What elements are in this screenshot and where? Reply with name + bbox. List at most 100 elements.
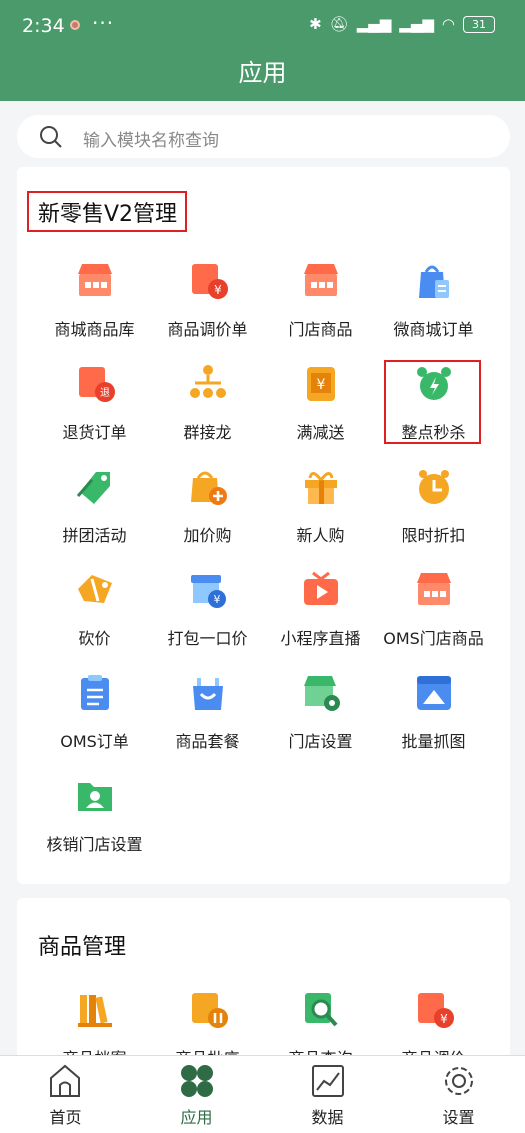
wifi-icon: ◠: [441, 15, 455, 33]
app-item-store-settings[interactable]: 门店设置: [259, 672, 382, 775]
app-item-label: 打包一口价: [167, 629, 248, 648]
apps-clover-icon: [181, 1065, 213, 1097]
cut-tag-icon: [74, 569, 116, 611]
app-item-label: 限时折扣: [401, 526, 466, 545]
search-icon: [40, 126, 62, 148]
app-header: 2:34 ··· ✱ 🔕︎ ▂▄▆ ▂▄▆ ◠ 31 应用: [0, 0, 525, 101]
app-item-label: 小程序直播: [280, 629, 361, 648]
store-icon: [74, 260, 116, 302]
app-item-label: 商品套餐: [175, 732, 240, 751]
section-title: 商品管理: [38, 935, 127, 960]
tab-label: 设置: [442, 1108, 475, 1127]
package-price-icon: ¥: [187, 569, 229, 611]
search-doc-icon: [300, 989, 342, 1031]
oms-store-icon: [413, 569, 455, 611]
coupon-icon: ¥: [300, 363, 342, 405]
tab-settings[interactable]: 设置: [393, 1056, 524, 1133]
app-item-tv-play[interactable]: 小程序直播: [259, 569, 382, 672]
app-item-label: 加价购: [183, 526, 232, 545]
shopping-bag-icon: [413, 260, 455, 302]
app-item-package-price[interactable]: ¥ 打包一口价: [146, 569, 269, 672]
bluetooth-icon: ✱: [309, 15, 322, 33]
signal2-icon: ▂▄▆: [399, 15, 434, 33]
app-item-label: 门店商品: [288, 320, 353, 339]
tv-play-icon: [300, 569, 342, 611]
price-adjust-icon: ¥: [413, 989, 455, 1031]
svg-text:退: 退: [100, 387, 110, 399]
box-sort-icon: [187, 989, 229, 1031]
gift-icon: [300, 466, 342, 508]
tab-apps[interactable]: 应用: [131, 1056, 262, 1133]
app-item-label: 砍价: [78, 629, 111, 648]
app-item-org-chart[interactable]: 群接龙: [146, 363, 269, 466]
tab-label: 应用: [180, 1108, 213, 1127]
app-item-return-order[interactable]: 退退货订单: [33, 363, 156, 466]
gear-icon: [445, 1067, 473, 1095]
app-item-tag[interactable]: 拼团活动: [33, 466, 156, 569]
highlight-box-flash-sale: [384, 360, 481, 444]
search-input[interactable]: 输入模块名称查询: [17, 115, 510, 158]
app-item-label: OMS门店商品: [383, 629, 484, 648]
app-item-user-folder[interactable]: 核销门店设置: [33, 775, 156, 878]
image-grab-icon: [413, 672, 455, 714]
tab-label: 首页: [49, 1108, 82, 1127]
clipboard-icon: [74, 672, 116, 714]
status-bar: 2:34 ··· ✱ 🔕︎ ▂▄▆ ▂▄▆ ◠ 31: [0, 0, 525, 52]
app-item-label: 拼团活动: [62, 526, 127, 545]
svg-text:¥: ¥: [440, 1012, 448, 1026]
status-time: 2:34: [22, 15, 65, 37]
app-item-label: 批量抓图: [401, 732, 466, 751]
battery-icon: 31: [463, 15, 495, 33]
tab-data[interactable]: 数据: [262, 1056, 393, 1133]
section-title: 新零售V2管理: [38, 202, 178, 227]
shop-icon: [300, 260, 342, 302]
app-item-bag-plus[interactable]: 加价购: [146, 466, 269, 569]
bundle-bag-icon: [187, 672, 229, 714]
app-item-cut-tag[interactable]: 砍价: [33, 569, 156, 672]
app-item-label: 群接龙: [183, 423, 232, 442]
return-order-icon: 退: [74, 363, 116, 405]
tab-label: 数据: [311, 1108, 344, 1127]
app-item-gift[interactable]: 新人购: [259, 466, 382, 569]
svg-text:¥: ¥: [214, 593, 221, 606]
search-placeholder: 输入模块名称查询: [83, 131, 219, 151]
store-settings-icon: [300, 672, 342, 714]
app-item-label: 门店设置: [288, 732, 353, 751]
app-item-clock[interactable]: 限时折扣: [372, 466, 495, 569]
books-icon: [74, 989, 116, 1031]
chart-icon: [312, 1065, 344, 1097]
bag-plus-icon: [187, 466, 229, 508]
mute-icon: 🔕︎: [329, 15, 349, 33]
app-item-label: 商品调价单: [167, 320, 248, 339]
app-item-label: 核销门店设置: [46, 835, 143, 854]
price-adjust-icon: ¥: [187, 260, 229, 302]
app-item-label: 新人购: [296, 526, 345, 545]
app-item-label: 退货订单: [62, 423, 127, 442]
app-item-clipboard[interactable]: OMS订单: [33, 672, 156, 775]
app-item-image-grab[interactable]: 批量抓图: [372, 672, 495, 775]
app-item-shopping-bag[interactable]: 微商城订单: [372, 260, 495, 363]
app-item-label: 满减送: [296, 423, 345, 442]
app-item-price-adjust[interactable]: ¥ 商品调价单: [146, 260, 269, 363]
app-item-store[interactable]: 商城商品库: [33, 260, 156, 363]
app-item-label: 商城商品库: [54, 320, 135, 339]
more-notifications-icon: ···: [92, 11, 115, 35]
svg-text:¥: ¥: [214, 283, 222, 297]
bottom-tab-bar: 首页 应用 数据 设置: [0, 1055, 525, 1133]
app-item-bundle-bag[interactable]: 商品套餐: [146, 672, 269, 775]
section-card-new-retail: 新零售V2管理 商城商品库 ¥ 商品调价单 门店商品 微商城订单退退货订单 群接龙 ¥ 满减送…: [17, 167, 510, 884]
app-item-label: OMS订单: [60, 732, 129, 751]
home-icon: [50, 1064, 80, 1097]
status-icons: ✱ 🔕︎ ▂▄▆ ▂▄▆ ◠ 31: [309, 15, 495, 33]
tag-icon: [74, 466, 116, 508]
app-item-coupon[interactable]: ¥ 满减送: [259, 363, 382, 466]
tab-home[interactable]: 首页: [0, 1056, 131, 1133]
user-folder-icon: [74, 775, 116, 817]
app-item-shop[interactable]: 门店商品: [259, 260, 382, 363]
page-title: 应用: [238, 59, 287, 87]
svg-text:¥: ¥: [317, 377, 326, 393]
clock-icon: [413, 466, 455, 508]
notification-icon: [70, 20, 80, 30]
app-item-oms-store[interactable]: OMS门店商品: [372, 569, 495, 672]
app-item-label: 微商城订单: [393, 320, 474, 339]
